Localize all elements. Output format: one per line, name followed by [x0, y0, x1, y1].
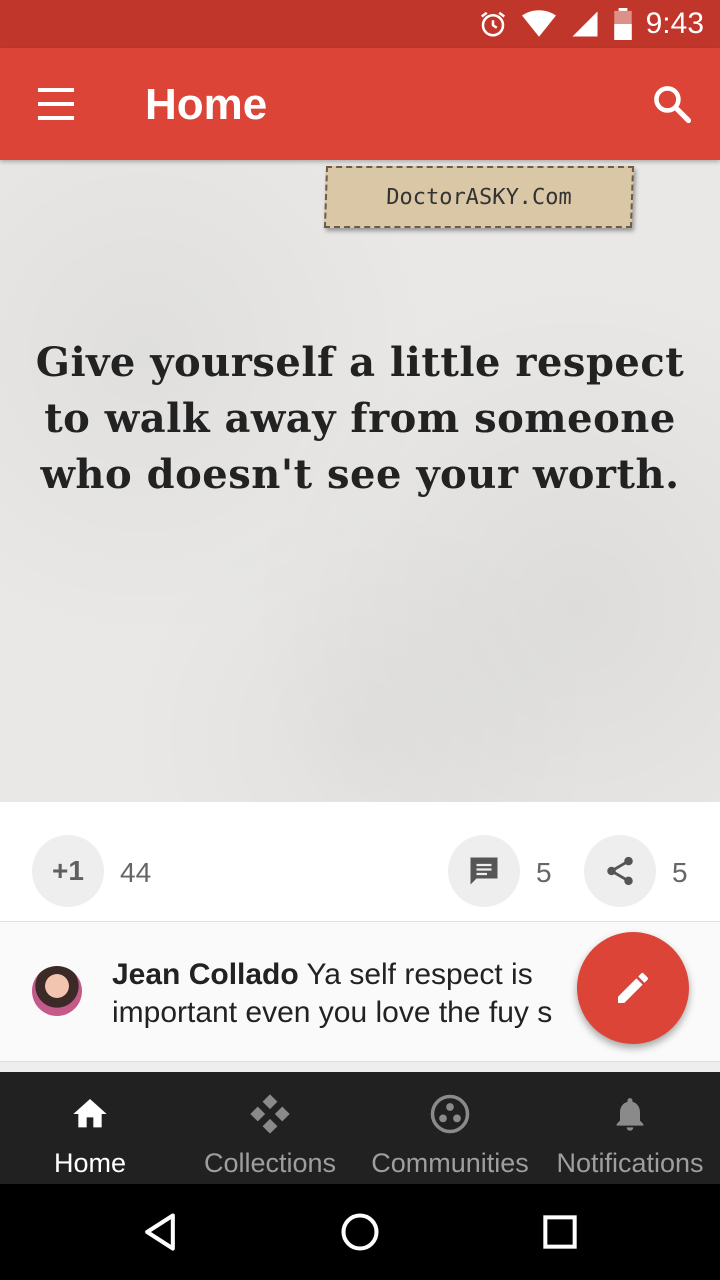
plusone-button[interactable]: +1: [32, 835, 104, 907]
nav-item-notifications[interactable]: Notifications: [540, 1072, 720, 1184]
wifi-icon: [521, 10, 556, 37]
home-circle-icon[interactable]: [338, 1210, 382, 1254]
status-icons: 9:43: [478, 0, 704, 48]
nav-label-communities: Communities: [371, 1148, 529, 1178]
share-icon: [607, 856, 633, 886]
compose-fab-button[interactable]: [577, 932, 689, 1044]
comment-button[interactable]: [448, 835, 520, 907]
battery-icon: [613, 8, 632, 40]
nav-label-collections: Collections: [203, 1148, 337, 1178]
status-time: 9:43: [645, 7, 704, 40]
post-actions: +1 44 5 5: [0, 802, 720, 922]
system-nav-bar: [0, 1184, 720, 1280]
app-bar: Home: [0, 48, 720, 160]
quote-line: Give yourself a little respect: [35, 339, 685, 386]
share-count: 5: [672, 857, 688, 888]
nav-label-notifications: Notifications: [556, 1148, 704, 1178]
comment-author[interactable]: Jean Collado: [112, 958, 299, 991]
quote-line: to walk away from someone: [44, 395, 676, 442]
page-title: Home: [145, 80, 268, 129]
plusone-count: 44: [120, 857, 152, 888]
back-icon[interactable]: [138, 1210, 182, 1254]
bottom-nav: Home Collections Communities Notificatio…: [0, 1072, 720, 1184]
bell-icon: [608, 1092, 652, 1136]
comment-count: 5: [536, 857, 552, 888]
avatar[interactable]: [32, 966, 82, 1016]
nav-item-collections[interactable]: Collections: [180, 1072, 360, 1184]
collections-icon: [248, 1092, 292, 1136]
nav-label-home: Home: [53, 1148, 127, 1178]
pencil-icon: [618, 972, 648, 1003]
home-icon: [68, 1092, 112, 1136]
alarm-icon: [480, 11, 505, 37]
nav-item-home[interactable]: Home: [0, 1072, 180, 1184]
quote-line: who doesn't see your worth.: [40, 451, 680, 498]
comment-icon: [470, 857, 498, 885]
quote-text: Give yourself a little respect to walk a…: [20, 335, 700, 503]
signal-icon: [572, 11, 598, 37]
communities-icon: [428, 1092, 472, 1136]
nav-item-communities[interactable]: Communities: [360, 1072, 540, 1184]
search-icon[interactable]: [650, 82, 694, 126]
hamburger-menu-icon[interactable]: [28, 84, 84, 124]
comment-text: Jean Collado Ya self respect is importan…: [112, 956, 592, 1036]
share-button[interactable]: [584, 835, 656, 907]
image-watermark-tag: DoctorASKY.Com: [323, 166, 635, 228]
status-bar: 9:43: [0, 0, 720, 48]
post-image[interactable]: DoctorASKY.Com Give yourself a little re…: [0, 160, 720, 802]
recents-icon[interactable]: [538, 1210, 582, 1254]
